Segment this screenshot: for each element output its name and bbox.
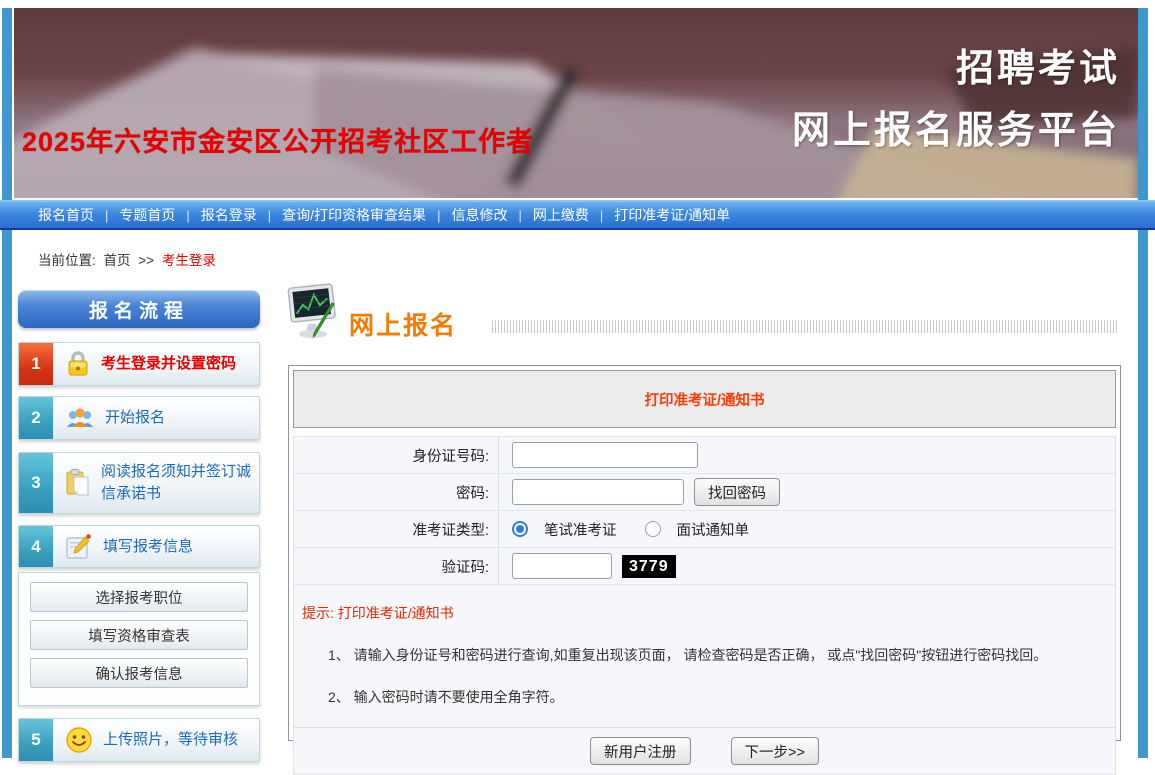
form-title: 打印准考证/通知书	[293, 370, 1116, 428]
step-label: 上传照片，等待审核	[103, 729, 244, 751]
tips-title: 提示: 打印准考证/通知书	[302, 603, 1107, 623]
step-number-badge: 2	[19, 397, 53, 439]
banner-campaign-title: 2025年六安市金安区公开招考社区工作者	[22, 120, 622, 159]
sidebar-substeps: 选择报考职位 填写资格审查表 确认报考信息	[18, 572, 260, 706]
recover-password-button[interactable]: 找回密码	[694, 478, 780, 506]
sidebar-step-upload-photo[interactable]: 5 上传照片，等待审核	[18, 718, 260, 762]
written-exam-radio-label[interactable]: 笔试准考证	[544, 519, 617, 540]
id-number-row: 身份证号码:	[294, 437, 1115, 474]
main-nav: 报名首页 | 专题首页 | 报名登录 | 查询/打印资格审查结果 | 信息修改 …	[0, 200, 1155, 230]
interview-notice-radio[interactable]	[645, 521, 661, 537]
nav-item-topic-home[interactable]: 专题首页	[119, 205, 175, 225]
login-form: 身份证号码: 密码: 找回密码 准考证类型: 笔试准考证 面试通知单 验证码:	[293, 436, 1116, 775]
step-number-badge: 5	[19, 719, 53, 761]
nav-separator: |	[437, 208, 440, 223]
users-icon	[65, 405, 95, 431]
nav-separator: |	[268, 208, 271, 223]
sidebar-step-login[interactable]: 1 考生登录并设置密码	[18, 342, 260, 386]
ticket-type-label: 准考证类型:	[294, 511, 499, 547]
online-registration-monitor-icon	[286, 282, 344, 349]
tip-item-2: 2、 输入密码时请不要使用全角字符。	[328, 687, 1107, 707]
tips-block: 提示: 打印准考证/通知书 1、 请输入身份证号和密码进行查询,如重复出现该页面…	[294, 585, 1115, 707]
sidebar-flow-header: 报名流程	[18, 290, 260, 328]
password-label: 密码:	[294, 474, 499, 510]
smiley-icon	[65, 726, 93, 754]
nav-separator: |	[518, 208, 521, 223]
banner: 2025年六安市金安区公开招考社区工作者 招聘考试 网上报名服务平台	[14, 8, 1138, 198]
substep-choose-position-button[interactable]: 选择报考职位	[30, 582, 248, 612]
print-ticket-panel: 打印准考证/通知书 身份证号码: 密码: 找回密码 准考证类型: 笔试准考证 面…	[288, 365, 1121, 741]
clipboard-icon	[65, 468, 91, 498]
pencil-icon	[65, 533, 93, 561]
sidebar-step-fill-info[interactable]: 4 填写报考信息	[18, 525, 260, 568]
id-number-label: 身份证号码:	[294, 437, 499, 473]
section-title-ruler	[492, 320, 1118, 333]
interview-notice-radio-label[interactable]: 面试通知单	[677, 519, 750, 540]
captcha-input[interactable]	[512, 553, 612, 579]
nav-item-login[interactable]: 报名登录	[201, 205, 257, 225]
lock-icon	[65, 350, 91, 378]
nav-item-pay-online[interactable]: 网上缴费	[533, 205, 589, 225]
step-label: 开始报名	[105, 407, 171, 429]
nav-separator: |	[186, 208, 189, 223]
step-label: 考生登录并设置密码	[101, 353, 242, 375]
captcha-label: 验证码:	[294, 548, 499, 584]
breadcrumb-home-link[interactable]: 首页	[104, 253, 131, 268]
step-label: 阅读报名须知并签订诚信承诺书	[101, 461, 259, 505]
page-frame-left	[2, 8, 12, 758]
password-input[interactable]	[512, 479, 684, 505]
section-title: 网上报名	[349, 306, 457, 342]
breadcrumb-arrow: >>	[138, 253, 154, 268]
step-number-badge: 1	[19, 343, 53, 385]
sidebar-step-start[interactable]: 2 开始报名	[18, 396, 260, 440]
nav-item-query-print-result[interactable]: 查询/打印资格审查结果	[282, 205, 426, 225]
captcha-code-image[interactable]: 3779	[622, 555, 676, 578]
nav-item-print-ticket[interactable]: 打印准考证/通知单	[614, 205, 730, 225]
ticket-type-row: 准考证类型: 笔试准考证 面试通知单	[294, 511, 1115, 548]
banner-platform-title: 招聘考试 网上报名服务平台	[792, 38, 1120, 162]
step-number-badge: 4	[19, 526, 53, 567]
id-number-input[interactable]	[512, 442, 698, 468]
page-frame-right	[1138, 8, 1148, 758]
breadcrumb-prefix: 当前位置:	[38, 253, 96, 268]
breadcrumb-current: 考生登录	[162, 253, 216, 268]
sidebar-step-read-notice[interactable]: 3 阅读报名须知并签订诚信承诺书	[18, 452, 260, 514]
substep-qualification-form-button[interactable]: 填写资格审查表	[30, 620, 248, 650]
nav-item-info-edit[interactable]: 信息修改	[451, 205, 507, 225]
nav-separator: |	[105, 208, 108, 223]
nav-separator: |	[600, 208, 603, 223]
breadcrumb: 当前位置: 首页 >> 考生登录	[38, 249, 216, 269]
password-row: 密码: 找回密码	[294, 474, 1115, 511]
nav-item-home[interactable]: 报名首页	[38, 205, 94, 225]
written-exam-radio[interactable]	[512, 521, 528, 537]
banner-platform-line1: 招聘考试	[792, 38, 1120, 100]
new-user-register-button[interactable]: 新用户注册	[590, 737, 691, 765]
banner-platform-line2: 网上报名服务平台	[792, 100, 1120, 162]
form-actions: 新用户注册 下一步>>	[294, 727, 1115, 774]
tip-item-1: 1、 请输入身份证号和密码进行查询,如重复出现该页面， 请检查密码是否正确， 或…	[328, 645, 1107, 665]
step-number-badge: 3	[19, 453, 53, 513]
step-label: 填写报考信息	[103, 536, 199, 558]
substep-confirm-info-button[interactable]: 确认报考信息	[30, 658, 248, 688]
captcha-row: 验证码: 3779	[294, 548, 1115, 585]
next-step-button[interactable]: 下一步>>	[731, 737, 819, 765]
